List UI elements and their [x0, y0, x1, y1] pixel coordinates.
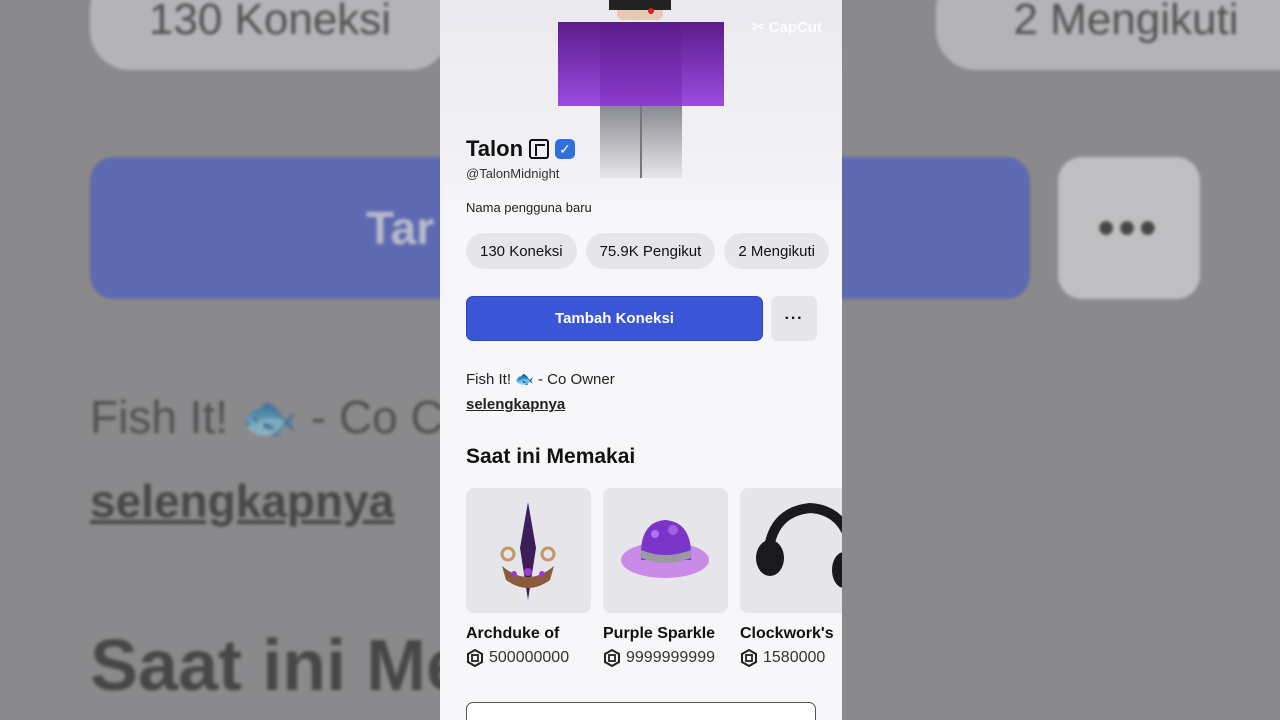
avatar-torso — [600, 22, 682, 106]
capcut-logo-icon: ✂ — [752, 19, 765, 36]
username: @TalonMidnight — [466, 166, 560, 181]
bottom-button[interactable] — [466, 702, 816, 720]
avatar-legs — [600, 106, 682, 178]
item-thumbnail[interactable] — [740, 488, 842, 613]
bg-stat-connections: 130 Koneksi — [90, 0, 450, 70]
see-more-link[interactable]: selengkapnya — [466, 396, 565, 413]
item-name: Purple Sparkle — [603, 625, 716, 642]
avatar-arm-right — [682, 22, 724, 106]
more-options-button[interactable]: ··· — [771, 296, 817, 341]
avatar-mouth — [648, 8, 654, 14]
currently-wearing-title: Saat ini Memakai — [466, 445, 636, 468]
bg-stat-following: 2 Mengikuti — [936, 0, 1280, 70]
profile-name-row: Talon ✓ — [466, 136, 576, 162]
item-price: 9999999999 — [603, 649, 728, 667]
premium-icon — [529, 139, 550, 159]
item-price-value: 1580000 — [763, 649, 826, 666]
bg-more-button: ••• — [1058, 157, 1200, 299]
purple-hat-icon — [621, 520, 709, 578]
phone-screen: ✂ CapCut Talon ✓ @TalonMidnight Nama pen… — [440, 0, 842, 720]
watermark-text: CapCut — [768, 18, 822, 36]
stat-followers[interactable]: 75.9K Pengikut — [585, 233, 716, 269]
wearing-item[interactable]: Clockwork's 1580000 — [740, 488, 842, 667]
item-price-value: 500000000 — [489, 649, 570, 666]
add-connection-button[interactable]: Tambah Koneksi — [466, 296, 763, 341]
item-name: Archduke of — [466, 625, 560, 642]
item-price: 500000000 — [466, 649, 591, 667]
item-name: Clockwork's — [740, 625, 834, 642]
bg-section-title: Saat ini Me — [90, 626, 467, 706]
item-thumbnail[interactable] — [603, 488, 728, 613]
item-price: 1580000 — [740, 649, 842, 667]
stat-following[interactable]: 2 Mengikuti — [724, 233, 830, 269]
avatar-head — [609, 0, 671, 20]
crown-icon — [500, 502, 556, 600]
item-thumbnail[interactable] — [466, 488, 591, 613]
wearing-item[interactable]: Archduke of 500000000 — [466, 488, 591, 667]
robux-icon — [467, 649, 483, 667]
wearing-items-list: Archduke of 500000000 Purple Sparkle 999… — [466, 488, 842, 667]
profile-stats: 130 Koneksi 75.9K Pengikut 2 Mengikuti — [466, 233, 830, 269]
robux-icon — [741, 649, 757, 667]
username-note: Nama pengguna baru — [466, 200, 592, 215]
stat-connections[interactable]: 130 Koneksi — [466, 233, 577, 269]
robux-icon — [604, 649, 620, 667]
profile-bio: Fish It! 🐟 - Co Owner — [466, 371, 615, 388]
wearing-item[interactable]: Purple Sparkle 9999999999 — [603, 488, 728, 667]
capcut-watermark: ✂ CapCut — [752, 18, 822, 37]
verified-badge-icon: ✓ — [555, 139, 576, 159]
item-price-value: 9999999999 — [626, 649, 715, 666]
display-name: Talon — [466, 136, 524, 161]
avatar-arm-left — [558, 22, 600, 106]
bg-bio: Fish It! 🐟 - Co C — [90, 391, 444, 443]
headphones-icon — [756, 502, 842, 588]
bg-more-link: selengkapnya — [90, 475, 395, 527]
